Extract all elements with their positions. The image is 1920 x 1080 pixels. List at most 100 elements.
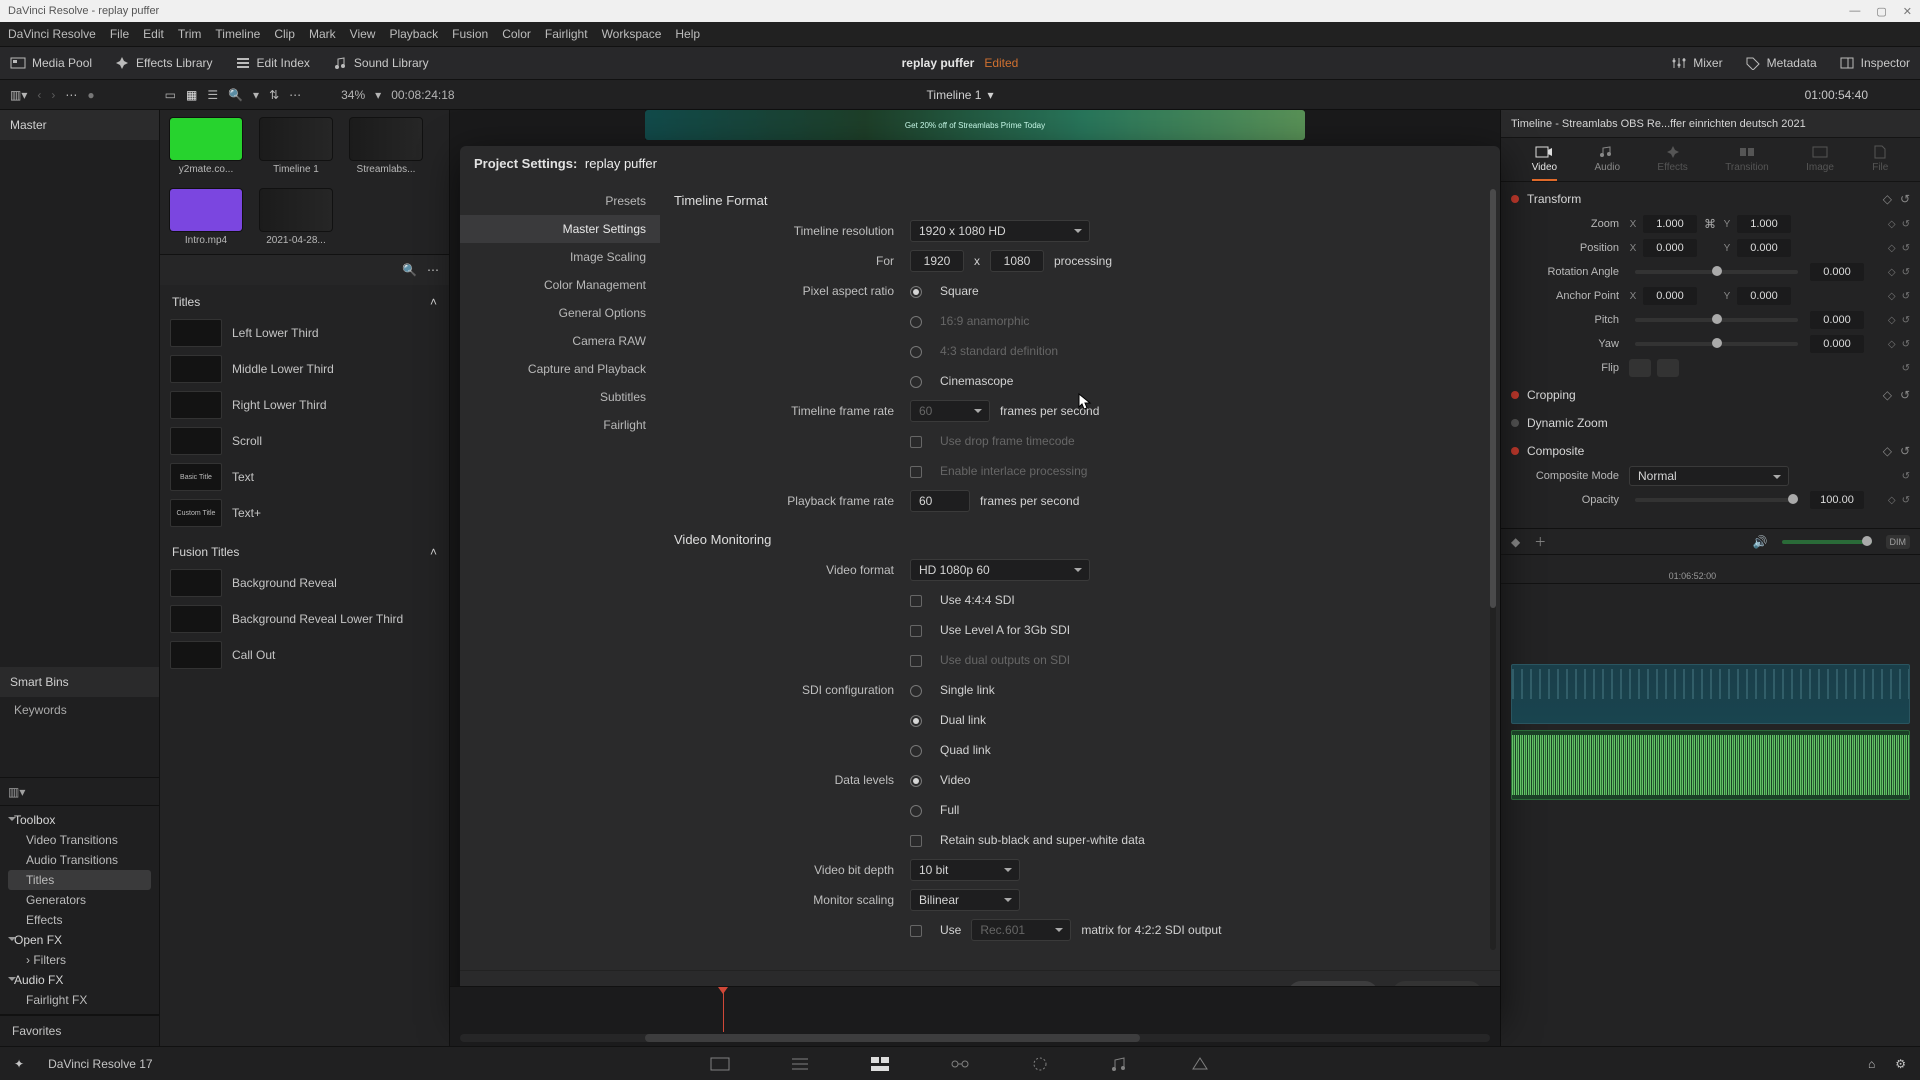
reset-icon[interactable]: ↺ [1902,363,1910,374]
flip-v-button[interactable] [1657,359,1679,377]
keyframe-icon[interactable]: ◇ [1888,243,1896,254]
source-viewer[interactable]: Get 20% off of Streamlabs Prime Today [645,110,1305,140]
view-grid-icon[interactable]: ▦ [186,88,197,102]
scrollbar[interactable] [1490,189,1496,950]
menu-item[interactable]: Fairlight [545,27,588,41]
settings-nav-item[interactable]: Color Management [460,271,660,299]
bin-master[interactable]: Master [0,110,159,140]
pitch-slider[interactable] [1635,318,1798,322]
media-clip[interactable]: Streamlabs... [350,118,422,175]
opacity-input[interactable]: 100.00 [1810,491,1864,509]
fx-fairlightfx[interactable]: Fairlight FX [8,990,151,1010]
keyframe-icon[interactable]: ◇ [1888,219,1896,230]
chevron-down-icon[interactable]: ▾ [987,88,993,102]
enable-dot-icon[interactable] [1511,391,1519,399]
media-clip[interactable]: y2mate.co... [170,118,242,175]
title-preset[interactable]: Right Lower Third [168,387,441,423]
settings-nav-item[interactable]: Fairlight [460,411,660,439]
edit-index-toggle[interactable]: Edit Index [235,56,310,70]
volume-slider[interactable] [1782,540,1872,544]
yaw-input[interactable]: 0.000 [1810,335,1864,353]
settings-nav-item[interactable]: Image Scaling [460,243,660,271]
timeline-ruler[interactable]: 01:06:52:00 [1501,554,1920,584]
title-preset[interactable]: Basic TitleText [168,459,441,495]
anchor-y-input[interactable]: 0.000 [1737,287,1791,305]
menu-item[interactable]: Timeline [215,27,260,41]
reset-icon[interactable]: ↺ [1902,267,1910,278]
window-minimize-icon[interactable]: — [1849,5,1860,18]
sound-library-toggle[interactable]: Sound Library [332,56,429,70]
reset-icon[interactable]: ↺ [1900,444,1910,458]
opacity-slider[interactable] [1635,498,1798,502]
menu-item[interactable]: Playback [389,27,438,41]
yaw-slider[interactable] [1635,342,1798,346]
chevron-down-icon[interactable]: ▾ [253,88,259,102]
title-preset[interactable]: Scroll [168,423,441,459]
add-icon[interactable]: ＋ [1534,533,1546,550]
reset-icon[interactable]: ↺ [1902,495,1910,506]
home-icon[interactable]: ⌂ [1868,1057,1875,1071]
dots-icon[interactable]: ⋯ [65,88,77,102]
reset-icon[interactable]: ↺ [1902,219,1910,230]
keyframe-icon[interactable]: ◇ [1888,315,1896,326]
fx-titles[interactable]: Titles [8,870,151,890]
tab-video[interactable]: Video [1532,145,1557,177]
panel-view-icon[interactable]: ▥▾ [8,785,25,799]
playback-fps-input[interactable]: 60 [910,490,970,512]
fusion-title-preset[interactable]: Background Reveal Lower Third [168,601,441,637]
fx-video-transitions[interactable]: Video Transitions [8,830,151,850]
composite-mode-select[interactable]: Normal [1629,466,1789,486]
menu-item[interactable]: View [350,27,376,41]
page-color-icon[interactable] [1029,1055,1051,1073]
zoom-y-input[interactable]: 1.000 [1737,215,1791,233]
reset-icon[interactable]: ↺ [1902,339,1910,350]
reset-icon[interactable]: ↺ [1902,471,1910,482]
inspector-toggle[interactable]: Inspector [1839,56,1910,70]
page-fusion-icon[interactable] [949,1055,971,1073]
fusion-titles-category[interactable]: Fusion Titles [172,545,239,559]
fx-openfx[interactable]: Open FX [8,930,151,950]
pitch-input[interactable]: 0.000 [1810,311,1864,329]
res-height-input[interactable]: 1080 [990,250,1044,272]
reset-icon[interactable]: ↺ [1902,243,1910,254]
reset-icon[interactable]: ↺ [1902,291,1910,302]
media-pool-toggle[interactable]: Media Pool [10,56,92,70]
menu-item[interactable]: Color [502,27,531,41]
favorites-header[interactable]: Favorites [0,1015,159,1046]
fusion-title-preset[interactable]: Background Reveal [168,565,441,601]
settings-nav-item[interactable]: General Options [460,299,660,327]
settings-nav-item[interactable]: Capture and Playback [460,355,660,383]
reset-icon[interactable]: ↺ [1900,388,1910,402]
sdi-quad-radio[interactable] [910,745,922,757]
dim-button[interactable]: DIM [1886,535,1911,549]
mixer-toggle[interactable]: Mixer [1671,56,1722,70]
title-preset[interactable]: Middle Lower Third [168,351,441,387]
fx-filters[interactable]: › Filters [8,950,151,970]
media-clip[interactable]: Timeline 1 [260,118,332,175]
page-media-icon[interactable] [709,1055,731,1073]
collapse-icon[interactable]: ˄ [430,545,437,559]
search-icon[interactable]: 🔍 [228,88,243,102]
par-cinemascope-radio[interactable] [910,376,922,388]
sort-icon[interactable]: ⇅ [269,88,279,102]
media-clip[interactable]: 2021-04-28... [260,189,332,246]
fx-audiofx[interactable]: Audio FX [8,970,151,990]
menu-item[interactable]: File [110,27,129,41]
use-matrix-checkbox[interactable] [910,925,922,937]
media-clip[interactable]: Intro.mp4 [170,189,242,246]
use-level-a-checkbox[interactable] [910,625,922,637]
timeline-resolution-select[interactable]: 1920 x 1080 HD [910,220,1090,242]
menu-item[interactable]: Workspace [602,27,662,41]
fx-toolbox[interactable]: Toolbox [8,810,151,830]
timeline-name[interactable]: Timeline 1 [927,88,982,102]
keyframe-icon[interactable]: ◇ [1888,291,1896,302]
gear-icon[interactable]: ⚙ [1895,1057,1906,1071]
zoom-percent[interactable]: 34% [341,88,365,102]
audio-track[interactable] [1511,730,1910,800]
levels-full-radio[interactable] [910,805,922,817]
window-maximize-icon[interactable]: ▢ [1876,5,1886,18]
fx-generators[interactable]: Generators [8,890,151,910]
keyframe-icon[interactable]: ◇ [1883,444,1892,458]
nav-fwd-icon[interactable]: › [51,88,55,102]
timeline-area[interactable] [450,986,1500,1046]
